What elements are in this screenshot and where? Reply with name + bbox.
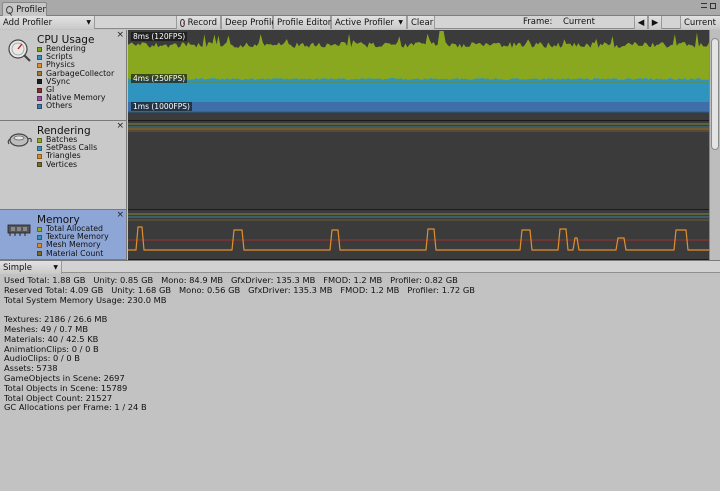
legend-swatch	[37, 87, 42, 93]
active-profiler-dropdown[interactable]: Active Profiler ▼	[331, 16, 407, 29]
clear-button[interactable]: Clear	[407, 16, 435, 29]
legend-item[interactable]: Vertices	[37, 159, 97, 169]
active-profiler-label: Active Profiler	[335, 17, 394, 28]
close-icon[interactable]: ×	[116, 122, 124, 131]
deep-profile-button[interactable]: Deep Profile	[221, 16, 277, 29]
cpu-4ms-label: 4ms (250FPS)	[131, 74, 188, 83]
memory-chart	[128, 213, 709, 251]
window-tab-bar: Profiler	[0, 0, 720, 16]
legend-swatch	[37, 226, 42, 232]
profile-editor-button[interactable]: Profile Editor	[273, 16, 331, 29]
add-profiler-label: Add Profiler	[3, 17, 53, 28]
frame-label: Frame:	[523, 17, 553, 27]
legend-swatch	[37, 137, 42, 143]
legend-item[interactable]: Others	[37, 102, 114, 110]
cpu-gauge-icon	[8, 39, 31, 62]
cpu-usage-graph[interactable]: 8ms (120FPS) 4ms (250FPS) 1ms (1000FPS)	[128, 30, 709, 121]
profiler-icon	[6, 5, 14, 14]
detail-line: AudioClips: 0 / 0 B	[4, 353, 80, 364]
chevron-left-icon: ◀	[637, 17, 645, 28]
dropdown-arrow-icon: ▼	[53, 264, 58, 271]
chevron-right-icon: ▶	[651, 17, 659, 28]
profiler-toolbar: Add Profiler ▼ Record Deep Profile Profi…	[0, 16, 720, 29]
close-icon[interactable]: ×	[116, 211, 124, 220]
memory-chip-icon	[7, 224, 31, 236]
legend-label: Others	[46, 101, 73, 111]
detail-line: Total System Memory Usage: 230.0 MB	[4, 294, 167, 305]
memory-details: Used Total: 1.88 GB Unity: 0.85 GB Mono:…	[4, 275, 475, 413]
legend-swatch	[37, 79, 42, 85]
record-icon	[180, 18, 185, 27]
detail-toolbar: Simple ▼	[0, 260, 720, 274]
memory-module[interactable]: × Memory Total Allocated Texture Memory Me…	[0, 210, 127, 260]
legend-swatch	[37, 234, 42, 240]
profiler-tab-label: Profiler	[16, 4, 46, 15]
legend-swatch	[37, 251, 42, 257]
maximize-icon[interactable]	[710, 3, 716, 9]
current-frame-button[interactable]: Current	[680, 16, 720, 29]
rendering-teapot-icon	[7, 133, 32, 147]
cpu-usage-chart	[128, 30, 709, 120]
legend-swatch	[37, 153, 42, 159]
previous-frame-button[interactable]: ◀	[634, 16, 648, 29]
memory-graph[interactable]	[128, 210, 709, 260]
cpu-8ms-label: 8ms (120FPS)	[131, 32, 188, 41]
next-frame-button[interactable]: ▶	[648, 16, 662, 29]
cpu-legend: Rendering Scripts Physics GarbageCollector V…	[37, 44, 114, 111]
view-mode-label: Simple	[3, 262, 33, 273]
legend-item[interactable]: Material Count	[37, 248, 109, 258]
rendering-graph[interactable]	[128, 121, 709, 210]
legend-swatch	[37, 71, 42, 77]
window-controls	[701, 3, 716, 9]
memory-legend: Total Allocated Texture Memory Mesh Memory…	[37, 224, 109, 258]
clear-label: Clear	[411, 17, 434, 28]
dropdown-arrow-icon: ▼	[86, 19, 91, 26]
close-icon[interactable]: ×	[116, 31, 124, 40]
record-button[interactable]: Record	[176, 16, 221, 29]
rendering-chart	[128, 123, 709, 132]
legend-swatch	[37, 242, 42, 248]
modules-scrollbar[interactable]	[709, 30, 720, 260]
rendering-module[interactable]: × Rendering Batches SetPass Calls Triangle…	[0, 121, 127, 210]
scrollbar-thumb[interactable]	[711, 38, 719, 150]
add-profiler-dropdown[interactable]: Add Profiler ▼	[0, 16, 95, 29]
legend-label: Vertices	[46, 159, 78, 169]
rendering-legend: Batches SetPass Calls Triangles Vertices	[37, 135, 97, 169]
legend-swatch	[37, 95, 42, 101]
legend-swatch	[37, 46, 42, 52]
detail-line: GC Allocations per Frame: 1 / 24 B	[4, 402, 147, 413]
profiler-tab[interactable]: Profiler	[2, 2, 47, 16]
dropdown-arrow-icon: ▼	[398, 19, 403, 26]
legend-swatch	[37, 162, 42, 168]
cpu-1ms-label: 1ms (1000FPS)	[131, 102, 192, 111]
profile-editor-label: Profile Editor	[277, 17, 332, 28]
legend-swatch	[37, 145, 42, 151]
legend-label: Material Count	[46, 248, 104, 258]
deep-profile-label: Deep Profile	[225, 17, 277, 28]
cpu-usage-module[interactable]: × CPU Usage Rendering Scripts Physics Garba…	[0, 30, 127, 121]
legend-swatch	[37, 54, 42, 60]
record-label: Record	[187, 17, 217, 28]
legend-swatch	[37, 103, 42, 109]
view-mode-dropdown[interactable]: Simple ▼	[0, 261, 62, 274]
legend-swatch	[37, 62, 42, 68]
window-menu-icon[interactable]	[701, 3, 707, 8]
frame-value: Current	[563, 17, 595, 27]
current-frame-label: Current	[684, 17, 716, 28]
